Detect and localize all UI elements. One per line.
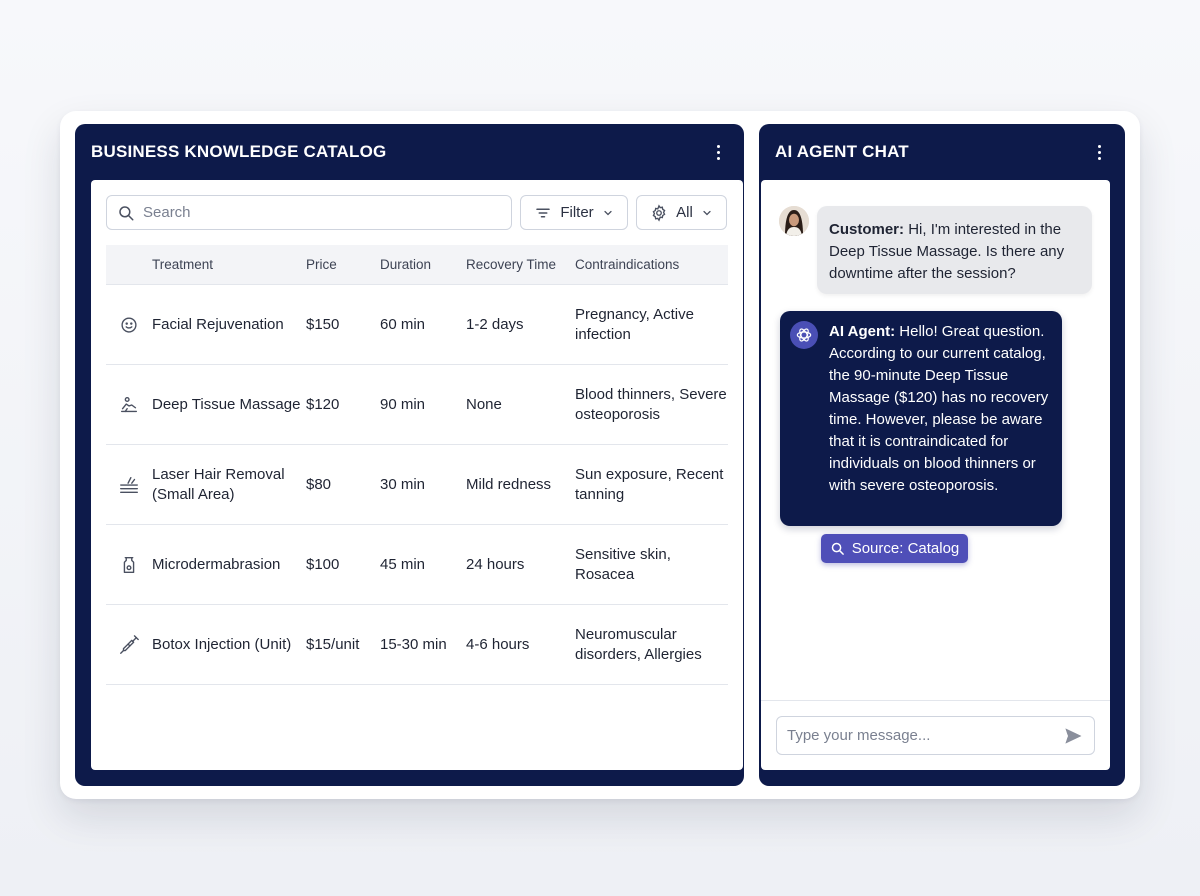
catalog-body: Filter All Treatment Price Duration Reco… <box>91 180 743 770</box>
recovery-cell: None <box>466 396 502 413</box>
catalog-more-options-icon[interactable] <box>708 140 728 164</box>
search-icon <box>831 542 844 555</box>
message-input[interactable] <box>787 727 1047 744</box>
catalog-title: BUSINESS KNOWLEDGE CATALOG <box>91 142 387 161</box>
search-input[interactable] <box>143 204 483 221</box>
message-list: Customer: Hi, I'm interested in the Deep… <box>761 180 1110 700</box>
customer-label: Customer: <box>829 221 905 238</box>
column-header[interactable]: Duration <box>380 257 466 272</box>
agent-label: AI Agent: <box>829 323 896 340</box>
contraindications-cell: Sensitive skin, Rosacea <box>575 545 671 583</box>
treatment-name: Botox Injection (Unit) <box>152 635 292 653</box>
filter-icon <box>536 208 551 217</box>
duration-cell: 60 min <box>380 316 426 333</box>
recovery-cell: 1-2 days <box>466 316 524 333</box>
message-input-box[interactable] <box>776 716 1095 755</box>
column-header[interactable]: Contraindications <box>575 255 728 275</box>
chat-body: Customer: Hi, I'm interested in the Deep… <box>761 180 1110 770</box>
chat-more-options-icon[interactable] <box>1089 140 1109 164</box>
agent-message-text: Hello! Great question. According to our … <box>829 323 1049 494</box>
column-header[interactable]: Treatment <box>152 255 306 275</box>
treatment-name: Laser Hair Removal (Small Area) <box>152 465 285 503</box>
table-row[interactable]: Facial Rejuvenation $150 60 min 1-2 days… <box>106 285 728 365</box>
table-row[interactable]: Botox Injection (Unit) $15/unit 15-30 mi… <box>106 605 728 685</box>
chat-title: AI AGENT CHAT <box>775 142 909 161</box>
contraindications-cell: Neuromuscular disorders, Allergies <box>575 625 702 663</box>
duration-cell: 90 min <box>380 396 426 413</box>
table-row[interactable]: Microdermabrasion $100 45 min 24 hours S… <box>106 525 728 605</box>
recovery-cell: Mild redness <box>466 476 552 493</box>
search-icon <box>119 205 134 220</box>
face-icon <box>121 316 137 333</box>
catalog-panel: BUSINESS KNOWLEDGE CATALOG Filter All <box>75 124 744 786</box>
customer-message-bubble: Customer: Hi, I'm interested in the Deep… <box>817 206 1092 294</box>
catalog-header: BUSINESS KNOWLEDGE CATALOG <box>75 124 744 180</box>
table-row[interactable]: Deep Tissue Massage $120 90 min None Blo… <box>106 365 728 445</box>
contraindications-cell: Sun exposure, Recent tanning <box>575 465 724 503</box>
chevron-down-icon <box>604 210 612 215</box>
contraindications-cell: Blood thinners, Severe osteoporosis <box>575 385 727 423</box>
table-row[interactable]: Laser Hair Removal (Small Area) $80 30 m… <box>106 445 728 525</box>
column-header[interactable]: Recovery Time <box>466 257 575 272</box>
price-cell: $15/unit <box>306 636 360 653</box>
massage-icon <box>120 396 138 412</box>
skin-bottle-icon <box>123 556 135 573</box>
treatment-name: Deep Tissue Massage <box>152 395 301 413</box>
treatment-name: Facial Rejuvenation <box>152 315 284 333</box>
source-catalog-button[interactable]: Source: Catalog <box>821 534 968 563</box>
contraindications-cell: Pregnancy, Active infection <box>575 305 694 343</box>
search-box[interactable] <box>106 195 512 230</box>
treatment-name: Microdermabrasion <box>152 555 281 573</box>
duration-cell: 15-30 min <box>380 636 447 653</box>
filter-button[interactable]: Filter <box>520 195 628 230</box>
price-cell: $150 <box>306 316 340 333</box>
duration-cell: 30 min <box>380 476 426 493</box>
send-icon <box>1065 728 1082 743</box>
syringe-icon <box>120 634 139 654</box>
chat-panel: AI AGENT CHAT Customer: Hi, I'm interest… <box>759 124 1125 786</box>
all-label: All <box>676 204 693 221</box>
price-cell: $120 <box>306 396 340 413</box>
chevron-down-icon <box>703 210 711 215</box>
chat-header: AI AGENT CHAT <box>759 124 1125 180</box>
message-composer <box>761 700 1110 770</box>
laser-icon <box>120 476 138 493</box>
gear-icon <box>652 203 666 222</box>
all-dropdown-button[interactable]: All <box>636 195 727 230</box>
recovery-cell: 24 hours <box>466 556 525 573</box>
duration-cell: 45 min <box>380 556 426 573</box>
source-label: Source: Catalog <box>851 540 960 557</box>
recovery-cell: 4-6 hours <box>466 636 530 653</box>
table-header: Treatment Price Duration Recovery Time C… <box>106 245 728 285</box>
send-button[interactable] <box>1060 723 1086 749</box>
ai-agent-logo-icon <box>790 321 818 349</box>
catalog-toolbar: Filter All <box>106 195 728 231</box>
customer-avatar <box>779 206 809 236</box>
price-cell: $100 <box>306 556 340 573</box>
column-header[interactable]: Price <box>306 257 380 272</box>
agent-message-bubble: AI Agent: Hello! Great question. Accordi… <box>780 311 1062 526</box>
price-cell: $80 <box>306 476 332 493</box>
filter-label: Filter <box>560 204 594 221</box>
treatment-table: Treatment Price Duration Recovery Time C… <box>106 245 728 685</box>
